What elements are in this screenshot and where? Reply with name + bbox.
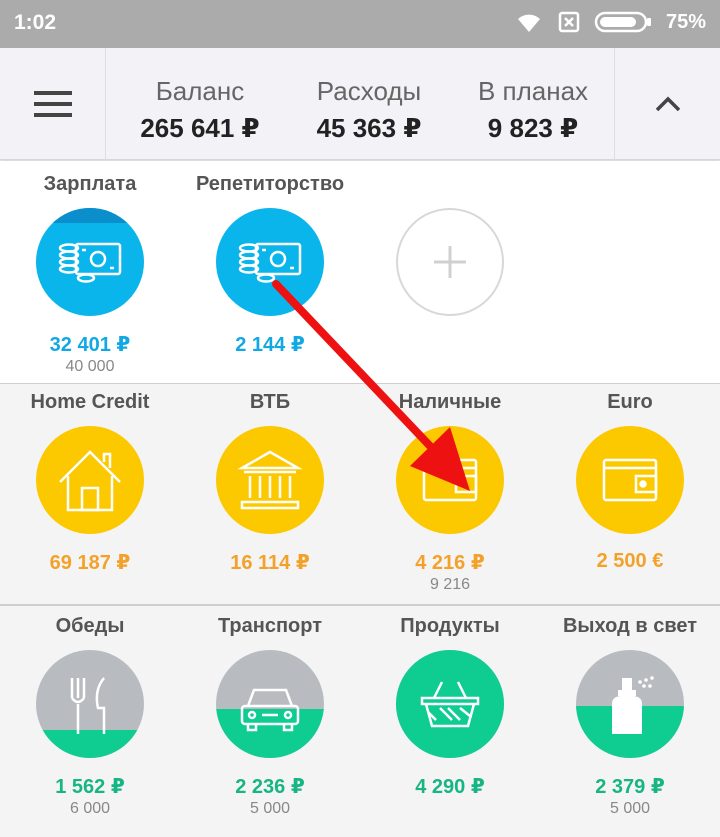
- tile-name: Euro: [607, 391, 653, 413]
- account-tile-euro[interactable]: Euro 2 500 €: [540, 391, 720, 576]
- expenses-label: Расходы: [316, 76, 422, 106]
- tile-name: Продукты: [400, 615, 500, 637]
- account-circle[interactable]: [576, 426, 684, 534]
- basket-icon: [420, 681, 480, 728]
- collapse-button[interactable]: [614, 48, 720, 160]
- tile-value: 4 216 ₽: [415, 552, 485, 574]
- planned-summary[interactable]: В планах 9 823 ₽: [448, 48, 618, 160]
- expense-circle[interactable]: [216, 650, 324, 758]
- tile-name: Наличные: [398, 391, 502, 413]
- tile-plan: 40 000: [65, 358, 115, 375]
- balance-value: 265 641 ₽: [140, 113, 260, 143]
- expense-circle[interactable]: [576, 650, 684, 758]
- money-icon: [58, 242, 122, 283]
- hamburger-icon: [33, 91, 72, 117]
- tile-value: 1 562 ₽: [55, 776, 125, 798]
- summary-header: Баланс 265 641 ₽ Расходы 45 363 ₽ В план…: [0, 48, 720, 160]
- wifi-icon: [517, 14, 540, 32]
- expense-tile-going-out[interactable]: Выход в свет 2 379 ₽ 5 000: [540, 615, 720, 818]
- money-icon: [238, 242, 302, 283]
- income-circle[interactable]: [36, 208, 144, 316]
- status-bar: 1:02 75%: [0, 0, 720, 48]
- tile-value: 69 187 ₽: [49, 552, 131, 574]
- income-tile-tutoring[interactable]: Репетиторство 2 144 ₽: [180, 173, 360, 358]
- wallet-icon: [602, 458, 658, 502]
- house-icon: [59, 450, 121, 512]
- expense-circle[interactable]: [36, 650, 144, 758]
- cutlery-icon: [70, 677, 106, 734]
- tile-value: 16 114 ₽: [230, 552, 310, 574]
- tile-value: 4 290 ₽: [415, 776, 485, 798]
- tile-plan: 5 000: [609, 800, 651, 817]
- planned-value: 9 823 ₽: [487, 113, 579, 143]
- tile-name: Выход в свет: [562, 615, 697, 637]
- menu-button[interactable]: [0, 48, 106, 160]
- expense-tile-lunch[interactable]: Обеды 1 562 ₽ 6 000: [0, 615, 180, 818]
- tile-name: Home Credit: [30, 391, 150, 413]
- account-circle[interactable]: [216, 426, 324, 534]
- tile-plan: 5 000: [249, 800, 291, 817]
- perfume-icon: [612, 676, 654, 734]
- tile-value: 2 500 €: [596, 550, 664, 572]
- balance-summary[interactable]: Баланс 265 641 ₽: [115, 48, 285, 160]
- tile-name: Обеды: [55, 615, 125, 637]
- expense-tile-groceries[interactable]: Продукты 4 290 ₽: [360, 615, 540, 800]
- account-circle[interactable]: [36, 426, 144, 534]
- tile-name: Зарплата: [43, 173, 137, 195]
- add-income-button[interactable]: [396, 208, 504, 316]
- tile-plan: 6 000: [69, 800, 111, 817]
- expense-circle[interactable]: [396, 650, 504, 758]
- expenses-value: 45 363 ₽: [316, 113, 422, 143]
- no-sim-icon: [558, 11, 580, 33]
- tile-value: 2 236 ₽: [235, 776, 305, 798]
- account-tile-vtb[interactable]: ВТБ 16 114 ₽: [180, 391, 360, 576]
- account-tile-cash[interactable]: Наличные 4 216 ₽ 9 216: [360, 391, 540, 594]
- account-tile-home-credit[interactable]: Home Credit 69 187 ₽: [0, 391, 180, 576]
- expense-tile-transport[interactable]: Транспорт 2 236 ₽ 5 000: [180, 615, 360, 818]
- planned-label: В планах: [477, 76, 589, 106]
- car-icon: [240, 688, 300, 732]
- income-section: Зарплата 32 401 ₽ 40 000 Репетиторство 2…: [0, 161, 720, 384]
- battery-icon: [594, 11, 651, 33]
- tile-value: 32 401 ₽: [49, 334, 131, 356]
- tile-name: Репетиторство: [195, 173, 345, 195]
- tile-value: 2 379 ₽: [595, 776, 665, 798]
- tile-plan: 9 216: [429, 576, 471, 593]
- battery-percent: 75%: [665, 10, 706, 33]
- add-income-tile[interactable]: [360, 173, 540, 316]
- tile-name: Транспорт: [217, 615, 323, 637]
- chevron-up-icon: [655, 96, 680, 112]
- income-circle[interactable]: [216, 208, 324, 316]
- expenses-section: Обеды 1 562 ₽ 6 000 Транспорт 2 236 ₽ 5 …: [0, 607, 720, 837]
- expenses-summary[interactable]: Расходы 45 363 ₽: [284, 48, 454, 160]
- tile-value: 2 144 ₽: [235, 334, 305, 356]
- tile-name: ВТБ: [249, 391, 291, 413]
- account-circle[interactable]: [396, 426, 504, 534]
- wallet-icon: [422, 458, 478, 502]
- bank-icon: [237, 450, 303, 510]
- accounts-section: Home Credit 69 187 ₽ ВТБ 16 114 ₽ Наличн…: [0, 385, 720, 606]
- plus-icon: [434, 246, 466, 278]
- income-tile-salary[interactable]: Зарплата 32 401 ₽ 40 000: [0, 173, 180, 376]
- balance-label: Баланс: [155, 76, 245, 106]
- status-time: 1:02: [14, 11, 57, 34]
